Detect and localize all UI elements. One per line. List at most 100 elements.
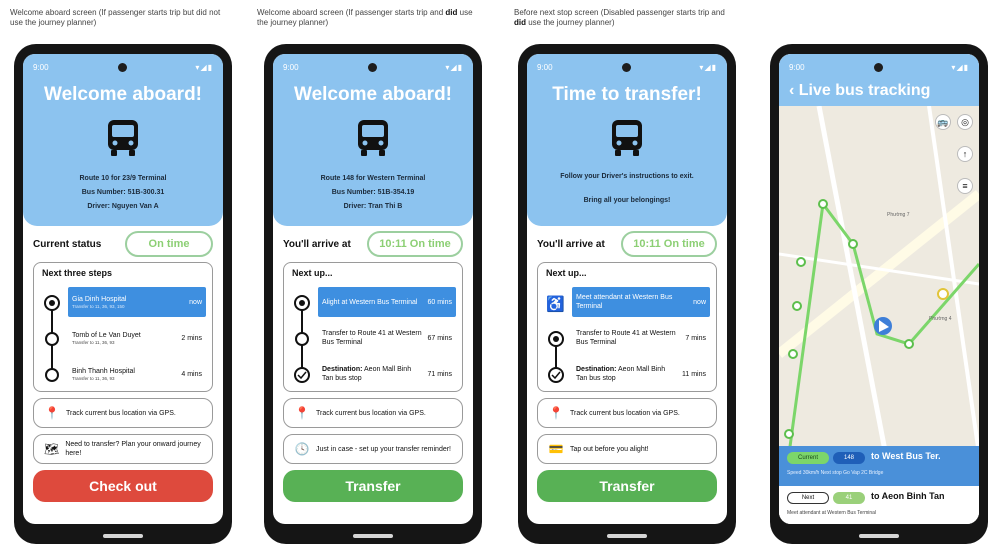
map-icon: 🗺 bbox=[44, 441, 60, 456]
phone-live-tracking: Phường 7 Phường 4 🚌 ◎ ↑ ≡ 9:00 ▾◢▮ ‹ Liv… bbox=[770, 44, 988, 544]
step-name: Destination: Aeon Mall Binh Tan bus stop bbox=[322, 366, 412, 382]
current-bus-info: Speed 30km/h Next stop Go Vap 2C Bridge bbox=[787, 470, 884, 476]
route-text: Route 10 for 23/9 Terminal bbox=[79, 175, 167, 182]
caption-screen-3: Before next stop screen (Disabled passen… bbox=[514, 8, 725, 27]
bus-icon bbox=[108, 120, 138, 156]
next-destination: to Aeon Binh Tan bbox=[871, 491, 945, 501]
list-item[interactable]: Transfer to Route 41 at Western Bus Term… bbox=[318, 323, 456, 353]
next-up-card: Next up... Alight at Western Bus Termina… bbox=[283, 262, 463, 392]
camera-icon bbox=[873, 62, 883, 72]
arrival-badge: 10:11 On time bbox=[621, 231, 717, 257]
driver-text: Driver: Tran Thi B bbox=[343, 203, 403, 210]
layers-icon[interactable]: ≡ bbox=[957, 178, 973, 194]
next-bus-panel[interactable]: Next 41 to Aeon Binh Tan Meet attendant … bbox=[779, 486, 979, 524]
stop-eta: 2 mins bbox=[181, 334, 202, 342]
page-title: Welcome aboard! bbox=[293, 84, 453, 105]
route-badge: 148 bbox=[833, 452, 865, 464]
status-time: 9:00 bbox=[283, 62, 299, 72]
arrival-row: You'll arrive at 10:11 On time bbox=[283, 230, 463, 258]
plan-transfer-label: Need to transfer? Plan your onward journ… bbox=[65, 441, 201, 457]
bus-number-text: Bus Number: 51B-300.31 bbox=[81, 189, 165, 196]
status-time: 9:00 bbox=[537, 62, 553, 72]
header: 9:00 ▾◢▮ ‹ Live bus tracking bbox=[779, 54, 979, 106]
transfer-button[interactable]: Transfer bbox=[537, 470, 717, 502]
list-item[interactable]: Destination: Aeon Mall Binh Tan bus stop… bbox=[318, 359, 456, 389]
tap-out-reminder[interactable]: 💳 Tap out before you alight! bbox=[537, 434, 717, 464]
caption-screen-1: Welcome aboard screen (If passenger star… bbox=[10, 8, 221, 27]
signal-battery-icon: ▾◢▮ bbox=[195, 62, 213, 72]
track-gps-label: Track current bus location via GPS. bbox=[570, 409, 680, 417]
phone-welcome-no-planner: 9:00 ▾◢▮ Welcome aboard! Route 10 for 23… bbox=[14, 44, 232, 544]
status-time: 9:00 bbox=[789, 62, 805, 72]
driver-text: Driver: Nguyen Van A bbox=[87, 203, 159, 210]
back-chevron-icon[interactable]: ‹ bbox=[789, 82, 799, 99]
next-route-badge: 41 bbox=[833, 492, 865, 504]
status-bar: 9:00 ▾◢▮ bbox=[273, 54, 473, 80]
stop-eta: now bbox=[189, 298, 202, 306]
step-name: Meet attendant at Western Bus Terminal bbox=[576, 294, 673, 310]
stop-name: Binh Thanh Hospital Transfer to 11, 36, 9… bbox=[72, 367, 135, 381]
status-bar: 9:00 ▾◢▮ bbox=[779, 54, 979, 80]
camera-icon bbox=[621, 62, 631, 72]
current-bus-panel[interactable]: Current 148 to West Bus Ter. Speed 30km/… bbox=[779, 446, 979, 486]
track-gps-label: Track current bus location via GPS. bbox=[316, 409, 426, 417]
list-item[interactable]: Meet attendant at Western Bus Terminal n… bbox=[572, 287, 710, 317]
card-icon: 💳 bbox=[548, 441, 564, 456]
track-gps-button[interactable]: 📍 Track current bus location via GPS. bbox=[537, 398, 717, 428]
check-out-button[interactable]: Check out bbox=[33, 470, 213, 502]
bus-icon bbox=[358, 120, 388, 156]
list-item[interactable]: Tomb of Le Van Duyet Transfer to 11, 36, … bbox=[68, 323, 206, 353]
next-stops-card: Next three steps Gia Dinh Hospital Transf… bbox=[33, 262, 213, 392]
stop-name: Tomb of Le Van Duyet Transfer to 11, 36, … bbox=[72, 331, 141, 345]
screen: 9:00 ▾◢▮ Welcome aboard! Route 10 for 23… bbox=[23, 54, 223, 524]
next-badge: Next bbox=[787, 492, 829, 504]
list-item[interactable]: Transfer to Route 41 at Western Bus Term… bbox=[572, 323, 710, 353]
screen: 9:00 ▾◢▮ Welcome aboard! Route 148 for W… bbox=[273, 54, 473, 524]
step-name: Transfer to Route 41 at Western Bus Term… bbox=[576, 330, 676, 346]
set-reminder-button[interactable]: 🕓 Just in case - set up your transfer re… bbox=[283, 434, 463, 464]
header: 9:00 ▾◢▮ Time to transfer! Follow your D… bbox=[527, 54, 727, 226]
screen: Phường 7 Phường 4 🚌 ◎ ↑ ≡ 9:00 ▾◢▮ ‹ Liv… bbox=[779, 54, 979, 524]
compass-icon[interactable]: ↑ bbox=[957, 146, 973, 162]
arrival-row: You'll arrive at 10:11 On time bbox=[537, 230, 717, 258]
home-bar bbox=[859, 534, 899, 538]
status-bar: 9:00 ▾◢▮ bbox=[527, 54, 727, 80]
status-badge: On time bbox=[125, 231, 213, 257]
plan-transfer-button[interactable]: 🗺 Need to transfer? Plan your onward jou… bbox=[33, 434, 213, 464]
page-title: ‹ Live bus tracking bbox=[789, 82, 931, 99]
list-item[interactable]: Alight at Western Bus Terminal 60 mins bbox=[318, 287, 456, 317]
track-gps-button[interactable]: 📍 Track current bus location via GPS. bbox=[283, 398, 463, 428]
stop-eta: 4 mins bbox=[181, 370, 202, 378]
list-item[interactable]: Gia Dinh Hospital Transfer to 11, 36, 93,… bbox=[68, 287, 206, 317]
card-title: Next up... bbox=[292, 268, 333, 278]
next-bus-info: Meet attendant at Western Bus Terminal bbox=[787, 510, 877, 516]
timeline-icon bbox=[548, 331, 564, 383]
current-status-row: Current status On time bbox=[33, 230, 213, 258]
next-up-card: Next up... ♿ Meet attendant at Western B… bbox=[537, 262, 717, 392]
step-eta: now bbox=[693, 298, 706, 306]
arrival-label: You'll arrive at bbox=[537, 238, 605, 250]
clock-icon: 🕓 bbox=[294, 441, 310, 456]
list-item[interactable]: Destination: Aeon Mall Binh Tan bus stop… bbox=[572, 359, 710, 389]
track-gps-button[interactable]: 📍 Track current bus location via GPS. bbox=[33, 398, 213, 428]
step-name: Destination: Aeon Mall Binh Tan bus stop bbox=[576, 366, 666, 382]
bus-filter-icon[interactable]: 🚌 bbox=[935, 114, 951, 130]
transfer-button[interactable]: Transfer bbox=[283, 470, 463, 502]
location-pin-icon: 📍 bbox=[294, 405, 310, 420]
step-eta: 67 mins bbox=[427, 334, 452, 342]
step-eta: 7 mins bbox=[685, 334, 706, 342]
phone-welcome-with-planner: 9:00 ▾◢▮ Welcome aboard! Route 148 for W… bbox=[264, 44, 482, 544]
phone-time-to-transfer: 9:00 ▾◢▮ Time to transfer! Follow your D… bbox=[518, 44, 736, 544]
step-name: Alight at Western Bus Terminal bbox=[322, 298, 418, 306]
locate-me-icon[interactable]: ◎ bbox=[957, 114, 973, 130]
card-title: Next three steps bbox=[42, 268, 113, 278]
list-item[interactable]: Binh Thanh Hospital Transfer to 11, 36, 9… bbox=[68, 359, 206, 389]
signal-battery-icon: ▾◢▮ bbox=[445, 62, 463, 72]
stop-name: Gia Dinh Hospital Transfer to 11, 36, 93,… bbox=[72, 295, 127, 309]
arrival-label: You'll arrive at bbox=[283, 238, 351, 250]
caption-screen-2: Welcome aboard screen (If passenger star… bbox=[257, 8, 473, 27]
camera-icon bbox=[117, 62, 127, 72]
home-bar bbox=[607, 534, 647, 538]
timeline-icon bbox=[44, 295, 60, 382]
location-pin-icon: 📍 bbox=[548, 405, 564, 420]
